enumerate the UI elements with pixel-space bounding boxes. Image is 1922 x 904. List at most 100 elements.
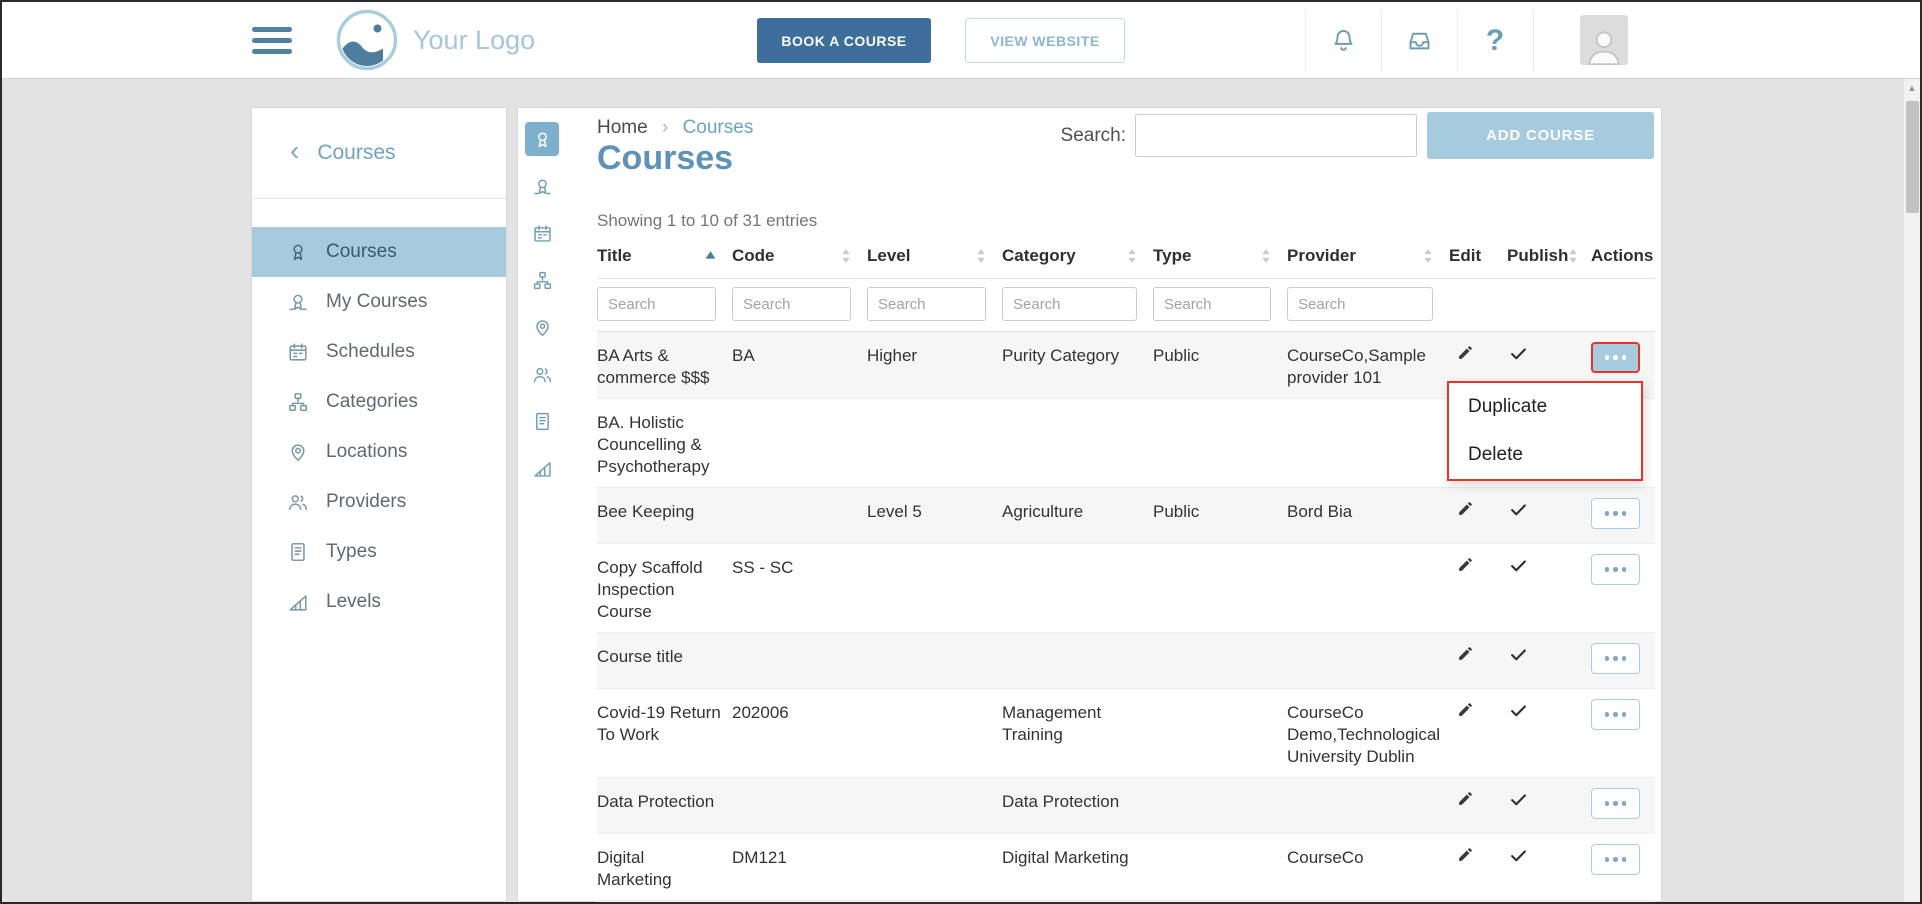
row-actions-button[interactable] [1591, 699, 1640, 730]
row-actions-menu: DuplicateDelete [1447, 381, 1643, 481]
table-row: Covid-19 Return To Work202006Management … [597, 689, 1655, 778]
row-actions-button[interactable] [1591, 844, 1640, 875]
help-icon[interactable]: ? [1469, 2, 1521, 79]
sidebar-item-courses[interactable]: Courses [252, 227, 506, 277]
edit-pencil-icon[interactable] [1457, 846, 1474, 863]
cell-title: BA Arts & commerce $$$ [597, 332, 732, 399]
publish-check-icon[interactable] [1509, 846, 1528, 865]
row-actions-button[interactable] [1591, 643, 1640, 674]
user-avatar[interactable] [1580, 15, 1628, 65]
cell-provider: CourseCo Demo,Technological University D… [1287, 689, 1449, 778]
breadcrumb-current[interactable]: Courses [683, 117, 754, 138]
breadcrumb: Home › Courses [597, 117, 753, 139]
cell-publish [1507, 633, 1591, 689]
cell-title: Course title [597, 633, 732, 689]
menu-item-delete[interactable]: Delete [1449, 431, 1641, 479]
sidebar-item-levels[interactable]: Levels [252, 577, 506, 627]
column-header-code[interactable]: Code [732, 236, 867, 279]
publish-check-icon[interactable] [1509, 500, 1528, 519]
my-courses-icon [287, 291, 309, 313]
sidebar-item-locations[interactable]: Locations [252, 427, 506, 477]
rail-levels-icon[interactable] [525, 451, 559, 485]
global-search-input[interactable] [1135, 114, 1417, 157]
sidebar-item-types[interactable]: Types [252, 527, 506, 577]
row-actions-button[interactable] [1591, 554, 1640, 585]
sidebar-item-schedules[interactable]: Schedules [252, 327, 506, 377]
row-actions-button[interactable] [1591, 788, 1640, 819]
notifications-bell-icon[interactable] [1317, 2, 1369, 79]
edit-pencil-icon[interactable] [1457, 500, 1474, 517]
edit-pencil-icon[interactable] [1457, 556, 1474, 573]
sidebar-item-label: Locations [326, 441, 407, 463]
hamburger-menu-icon[interactable] [252, 27, 292, 54]
column-header-category[interactable]: Category [1002, 236, 1153, 279]
page-title: Courses [597, 139, 733, 178]
rail-my-courses-icon[interactable] [525, 169, 559, 203]
sidebar-item-label: Schedules [326, 341, 415, 363]
column-header-provider[interactable]: Provider [1287, 236, 1449, 279]
publish-check-icon[interactable] [1509, 556, 1528, 575]
menu-item-duplicate[interactable]: Duplicate [1449, 383, 1641, 431]
entries-summary: Showing 1 to 10 of 31 entries [597, 211, 817, 231]
categories-icon [287, 391, 309, 413]
view-website-button[interactable]: VIEW WEBSITE [965, 18, 1125, 63]
sidebar-item-my-courses[interactable]: My Courses [252, 277, 506, 327]
edit-pencil-icon[interactable] [1457, 790, 1474, 807]
publish-check-icon[interactable] [1509, 701, 1528, 720]
scrollbar-thumb[interactable] [1906, 101, 1919, 213]
vertical-scrollbar[interactable]: ▲ [1903, 79, 1920, 902]
sidebar-item-providers[interactable]: Providers [252, 477, 506, 527]
rail-types-icon[interactable] [525, 404, 559, 438]
edit-pencil-icon[interactable] [1457, 701, 1474, 718]
cell-actions [1591, 633, 1655, 689]
sort-icon [1261, 248, 1271, 264]
breadcrumb-home[interactable]: Home [597, 117, 648, 138]
rail-locations-icon[interactable] [525, 310, 559, 344]
add-course-button[interactable]: ADD COURSE [1427, 112, 1654, 159]
filter-input-title[interactable] [597, 287, 716, 321]
column-header-level[interactable]: Level [867, 236, 1002, 279]
table-row: Diploma in AssetManagement [597, 901, 1655, 904]
cell-title: Digital Marketing [597, 834, 732, 901]
rail-categories-icon[interactable] [525, 263, 559, 297]
scroll-up-arrow-icon[interactable]: ▲ [1904, 79, 1920, 96]
column-header-title[interactable]: Title [597, 236, 732, 279]
cell-provider [1287, 778, 1449, 834]
cell-code [732, 633, 867, 689]
sidebar-item-categories[interactable]: Categories [252, 377, 506, 427]
column-header-type[interactable]: Type [1153, 236, 1287, 279]
publish-check-icon[interactable] [1509, 645, 1528, 664]
cell-edit [1449, 689, 1507, 778]
row-actions-button[interactable] [1591, 498, 1640, 529]
publish-check-icon[interactable] [1509, 790, 1528, 809]
icon-rail [521, 122, 563, 485]
cell-provider: Bord Bia [1287, 488, 1449, 544]
rail-providers-icon[interactable] [525, 357, 559, 391]
inbox-icon[interactable] [1393, 2, 1445, 79]
cell-actions [1591, 834, 1655, 901]
cell-edit [1449, 633, 1507, 689]
rail-courses-icon[interactable] [525, 122, 559, 156]
row-actions-button[interactable] [1591, 342, 1640, 373]
column-header-publish[interactable]: Publish [1507, 236, 1591, 279]
cell-publish [1507, 901, 1591, 904]
filter-input-level[interactable] [867, 287, 986, 321]
edit-pencil-icon[interactable] [1457, 645, 1474, 662]
chevron-left-icon: ‹ [290, 137, 299, 165]
edit-pencil-icon[interactable] [1457, 344, 1474, 361]
table-row: Copy Scaffold Inspection CourseSS - SC [597, 544, 1655, 633]
cell-edit [1449, 834, 1507, 901]
cell-title: Diploma in Asset [597, 901, 732, 904]
column-label: Title [597, 246, 632, 266]
rail-schedules-icon[interactable] [525, 216, 559, 250]
cell-type: Public [1153, 488, 1287, 544]
filter-input-category[interactable] [1002, 287, 1137, 321]
publish-check-icon[interactable] [1509, 344, 1528, 363]
filter-input-code[interactable] [732, 287, 851, 321]
book-a-course-button[interactable]: BOOK A COURSE [757, 18, 931, 63]
sidebar-back[interactable]: ‹ Courses [252, 108, 506, 199]
cell-provider: CourseCo [1287, 834, 1449, 901]
filter-input-provider[interactable] [1287, 287, 1433, 321]
levels-icon [287, 591, 309, 613]
filter-input-type[interactable] [1153, 287, 1271, 321]
